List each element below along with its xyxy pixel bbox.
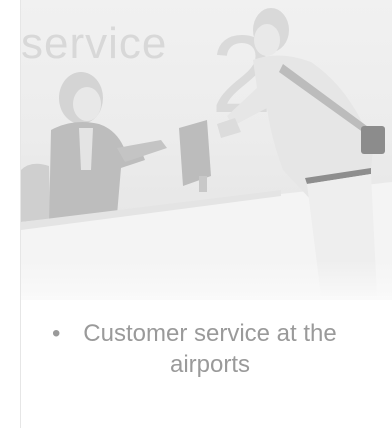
man-face bbox=[254, 24, 280, 56]
woman-collar bbox=[79, 128, 93, 170]
caption-line-1-row: • Customer service at the bbox=[40, 318, 380, 349]
camera-bag bbox=[361, 126, 385, 154]
photo-fade bbox=[21, 260, 392, 300]
bullet-icon: • bbox=[52, 320, 61, 347]
woman-face bbox=[73, 87, 101, 121]
photo-customer-service-desk: 2 service bbox=[21, 0, 392, 296]
caption-line-2: airports bbox=[169, 351, 251, 378]
slide: 2 service • Customer service at the airp… bbox=[0, 0, 392, 428]
overlay-word: service bbox=[21, 19, 168, 68]
caption: • Customer service at the airports bbox=[40, 318, 380, 380]
caption-line-1: Customer service at the bbox=[83, 320, 337, 347]
